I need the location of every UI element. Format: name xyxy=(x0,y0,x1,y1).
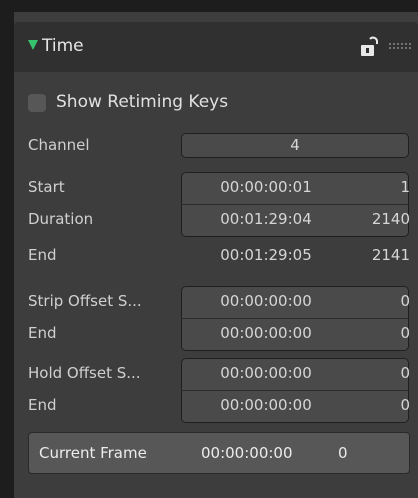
hold-offset-end-frame: 0 xyxy=(400,396,410,414)
duration-timecode: 00:01:29:04 xyxy=(220,210,312,228)
collapse-triangle-icon[interactable] xyxy=(28,40,38,50)
strip-offset-end-timecode: 00:00:00:00 xyxy=(220,324,312,342)
group-divider xyxy=(181,318,409,319)
group-divider xyxy=(181,204,409,205)
hold-offset-start-timecode: 00:00:00:00 xyxy=(220,364,312,382)
hold-offset-start-field[interactable]: 00:00:00:00 0 xyxy=(14,361,418,386)
start-frame: 1 xyxy=(400,178,410,196)
channel-value: 4 xyxy=(290,136,300,154)
duration-frame: 2140 xyxy=(371,210,410,228)
unlocked-icon[interactable] xyxy=(360,36,380,58)
group-divider xyxy=(181,390,409,391)
panel-header[interactable]: Time xyxy=(14,22,418,72)
drag-handle-icon[interactable] xyxy=(388,42,414,50)
channel-label: Channel xyxy=(28,136,90,154)
current-frame-timecode: 00:00:00:00 xyxy=(201,444,293,462)
current-frame-row[interactable]: Current Frame 00:00:00:00 0 xyxy=(28,432,410,474)
show-retiming-keys-checkbox[interactable] xyxy=(28,94,46,112)
start-field[interactable]: 00:00:00:01 1 xyxy=(14,175,418,200)
start-timecode: 00:00:00:01 xyxy=(220,178,312,196)
hold-offset-start-frame: 0 xyxy=(400,364,410,382)
panel-title: Time xyxy=(42,36,84,56)
strip-offset-end-frame: 0 xyxy=(400,324,410,342)
top-strip xyxy=(0,0,418,12)
strip-offset-start-field[interactable]: 00:00:00:00 0 xyxy=(14,289,418,314)
strip-offset-start-timecode: 00:00:00:00 xyxy=(220,292,312,310)
strip-offset-end-field[interactable]: 00:00:00:00 0 xyxy=(14,321,418,346)
hold-offset-end-timecode: 00:00:00:00 xyxy=(220,396,312,414)
end-frame: 2141 xyxy=(371,246,410,264)
current-frame-number: 0 xyxy=(338,444,348,462)
show-retiming-keys-label: Show Retiming Keys xyxy=(56,92,229,112)
time-panel: Time Show Retiming Keys Channel 4 Start xyxy=(14,12,418,498)
hold-offset-end-field[interactable]: 00:00:00:00 0 xyxy=(14,393,418,418)
channel-field[interactable]: 4 xyxy=(181,133,409,158)
end-value: 00:01:29:05 2141 xyxy=(14,243,418,268)
end-timecode: 00:01:29:05 xyxy=(220,246,312,264)
strip-offset-start-frame: 0 xyxy=(400,292,410,310)
duration-field[interactable]: 00:01:29:04 2140 xyxy=(14,207,418,232)
current-frame-label: Current Frame xyxy=(39,444,147,462)
